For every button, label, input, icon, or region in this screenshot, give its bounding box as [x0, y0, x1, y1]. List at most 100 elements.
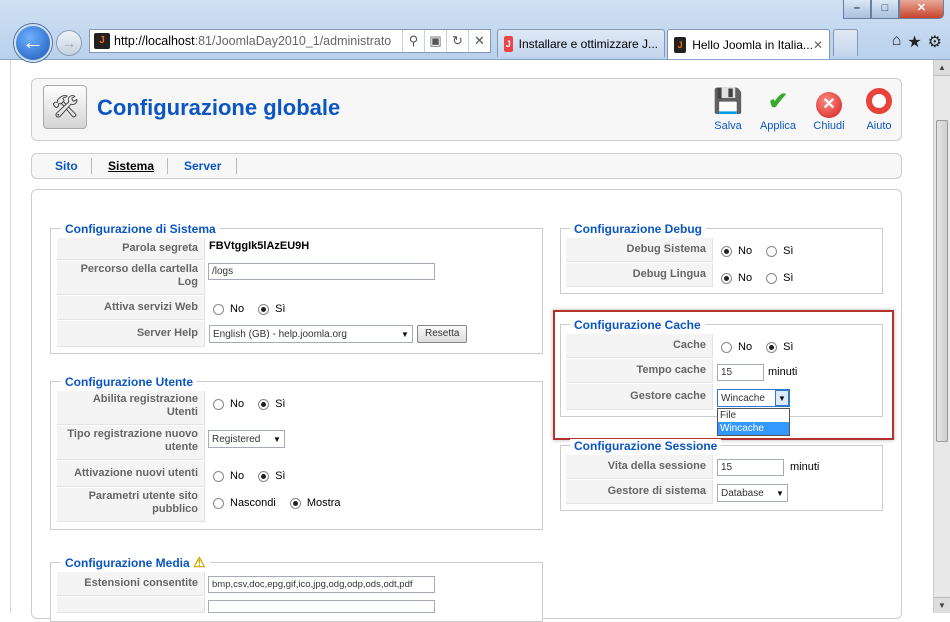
chevron-down-icon: ▼ — [401, 329, 409, 339]
debug-language-radio-group: No Sì — [721, 272, 793, 284]
session-life-input[interactable]: 15 — [717, 459, 784, 476]
frontend-params-radio-group: Nascondi Mostra — [213, 497, 340, 509]
help-button[interactable]: Aiuto — [854, 88, 904, 132]
webservices-radio-group: No Sì — [213, 303, 285, 315]
dropdown-option-file[interactable]: File — [718, 409, 789, 422]
tab-server[interactable]: Server — [184, 159, 221, 173]
subnav-bar — [31, 153, 902, 179]
browser-tools: ⌂ ★ ⚙ — [892, 32, 942, 52]
new-tab-button[interactable] — [833, 29, 858, 56]
debug-system-label: Debug Sistema — [566, 238, 713, 262]
minimize-button[interactable]: – — [843, 0, 871, 19]
session-handler-label: Gestore di sistema — [566, 480, 713, 504]
forward-arrow-icon: → — [62, 35, 76, 51]
help-server-select[interactable]: English (GB) - help.joomla.org ▼ — [209, 325, 413, 343]
media-next-row-input[interactable] — [208, 600, 435, 613]
page-left-border — [10, 60, 11, 613]
tab-sistema[interactable]: Sistema — [108, 159, 154, 173]
extensions-input[interactable]: bmp,csv,doc,epg,gif,ico,jpg,odg,odp,ods,… — [208, 576, 435, 593]
chevron-down-icon: ▼ — [776, 488, 784, 498]
registration-yes-radio[interactable] — [258, 398, 270, 410]
maximize-button[interactable]: □ — [871, 0, 899, 19]
scroll-up-icon[interactable]: ▲ — [934, 60, 950, 76]
tab-separator — [167, 158, 168, 174]
scroll-thumb[interactable] — [936, 120, 948, 442]
webservices-no-radio[interactable] — [213, 303, 224, 315]
browser-tab-1[interactable]: J Installare e ottimizzare J... — [497, 29, 665, 57]
session-config-legend: Configurazione Sessione — [570, 439, 722, 453]
media-next-row-label — [57, 597, 205, 613]
back-button[interactable]: ← — [14, 24, 52, 62]
help-server-label: Server Help — [57, 321, 205, 347]
secret-value: FBVtggIk5lAzEU9H — [209, 240, 310, 252]
session-life-unit: minuti — [790, 461, 820, 473]
registration-no-radio[interactable] — [213, 398, 224, 410]
tab-separator — [236, 158, 237, 174]
config-tools-icon: 🛠 — [43, 85, 87, 129]
favorites-star-icon[interactable]: ★ — [907, 32, 921, 52]
joomla-favicon-icon: J — [504, 35, 513, 52]
chevron-down-icon: ▼ — [273, 434, 281, 444]
log-path-input[interactable]: /logs — [208, 263, 435, 280]
registration-type-select[interactable]: Registered ▼ — [208, 430, 285, 448]
registration-type-label: Tipo registrazione nuovo utente — [57, 426, 205, 460]
back-arrow-icon: ← — [22, 29, 44, 54]
search-icon[interactable]: ⚲ — [402, 30, 424, 52]
home-icon[interactable]: ⌂ — [892, 32, 902, 52]
extensions-label: Estensioni consentite — [57, 572, 205, 596]
log-path-label: Percorso della cartella Log — [57, 261, 205, 295]
apply-button[interactable]: ✔ Applica — [753, 88, 803, 132]
activation-no-radio[interactable] — [213, 470, 224, 482]
save-button[interactable]: 💾 Salva — [703, 88, 753, 132]
checkmark-icon: ✔ — [767, 88, 789, 115]
reset-button[interactable]: Resetta — [417, 325, 468, 343]
scroll-down-icon[interactable]: ▼ — [934, 597, 950, 613]
activation-radio-group: No Sì — [213, 470, 285, 482]
dropdown-option-wincache[interactable]: Wincache — [718, 422, 789, 435]
frontend-params-label: Parametri utente sito pubblico — [57, 488, 205, 522]
debug-language-yes-radio[interactable] — [766, 272, 778, 284]
registration-radio-group: No Sì — [213, 398, 285, 410]
address-url[interactable]: http://localhost:81/JoomlaDay2010_1/admi… — [114, 34, 402, 48]
params-hide-radio[interactable] — [213, 497, 224, 509]
close-window-button[interactable]: ✕ — [899, 0, 944, 19]
warning-icon: ⚠ — [193, 554, 206, 570]
joomla-favicon-icon: J — [94, 33, 110, 49]
address-bar[interactable]: J http://localhost:81/JoomlaDay2010_1/ad… — [89, 29, 491, 53]
debug-system-radio-group: No Sì — [721, 245, 793, 257]
webservices-yes-radio[interactable] — [258, 303, 270, 315]
debug-config-legend: Configurazione Debug — [570, 222, 706, 236]
user-config-legend: Configurazione Utente — [61, 375, 197, 389]
window-controls: – □ ✕ — [843, 0, 944, 19]
close-circle-icon: ✕ — [814, 88, 844, 118]
system-config-legend: Configurazione di Sistema — [61, 222, 220, 236]
debug-system-no-radio[interactable] — [721, 245, 732, 257]
page-title: Configurazione globale — [97, 95, 341, 120]
debug-language-no-radio[interactable] — [721, 272, 732, 284]
floppy-disk-icon: 💾 — [713, 88, 743, 115]
joomla-favicon-icon: J — [674, 36, 687, 53]
browser-chrome: – □ ✕ ← → J http://localhost:81/JoomlaDa… — [0, 0, 950, 62]
activation-label: Attivazione nuovi utenti — [57, 461, 205, 487]
registration-label: Abilita registrazione Utenti — [57, 391, 205, 425]
tab-sito[interactable]: Sito — [55, 159, 78, 173]
close-button[interactable]: ✕ Chiudi — [804, 88, 854, 132]
vertical-scrollbar[interactable]: ▲ ▼ — [933, 60, 950, 613]
cache-handler-dropdown[interactable]: File Wincache — [717, 408, 790, 436]
stop-icon[interactable]: ✕ — [468, 30, 490, 52]
browser-tab-2[interactable]: J Hello Joomla in Italia... ✕ — [667, 29, 830, 59]
settings-gear-icon[interactable]: ⚙ — [928, 32, 942, 52]
forward-button[interactable]: → — [56, 30, 82, 56]
session-life-label: Vita della sessione — [566, 455, 713, 479]
session-handler-select[interactable]: Database ▼ — [717, 484, 788, 502]
close-tab-icon[interactable]: ✕ — [813, 38, 823, 52]
compatibility-view-icon[interactable]: ▣ — [424, 30, 446, 52]
lifebuoy-icon — [864, 88, 894, 116]
activation-yes-radio[interactable] — [258, 470, 270, 482]
debug-system-yes-radio[interactable] — [766, 245, 778, 257]
media-config-legend: Configurazione Media ⚠ — [61, 554, 210, 570]
params-show-radio[interactable] — [289, 497, 301, 509]
secret-label: Parola segreta — [57, 238, 205, 260]
refresh-icon[interactable]: ↻ — [446, 30, 468, 52]
tab-separator — [91, 158, 92, 174]
